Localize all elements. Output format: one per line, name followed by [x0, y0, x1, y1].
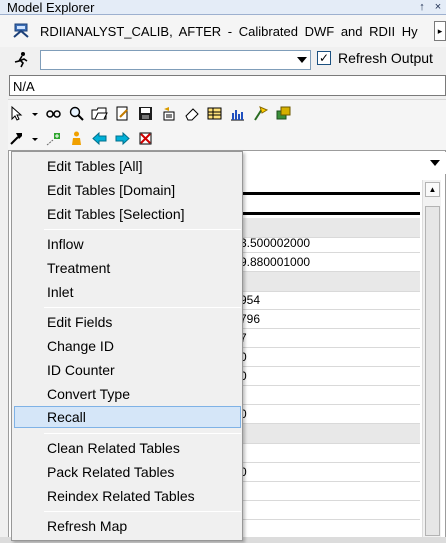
menu-item-change-id[interactable]: Change ID [14, 335, 241, 357]
close-icon[interactable]: × [430, 0, 446, 15]
grid-cell[interactable]: 9.880001000 [240, 252, 420, 272]
grid-cell[interactable] [240, 500, 420, 520]
menu-item-edit-tables-selection[interactable]: Edit Tables [Selection] [14, 203, 241, 225]
output-select[interactable] [40, 50, 311, 70]
search-icon[interactable] [68, 105, 85, 122]
open-folder-icon[interactable] [91, 105, 108, 122]
menu-item-edit-tables-domain[interactable]: Edit Tables [Domain] [14, 179, 241, 201]
refresh-output-label: Refresh Output [338, 50, 433, 66]
table-icon[interactable] [206, 105, 223, 122]
menu-item-clean-related-tables[interactable]: Clean Related Tables [14, 437, 241, 459]
menu-item-pack-related-tables[interactable]: Pack Related Tables [14, 461, 241, 483]
grid-scrollbar[interactable]: ▲ [422, 180, 441, 543]
menu-separator [44, 511, 241, 512]
eraser-icon[interactable] [183, 105, 200, 122]
layer-row: N/A [0, 73, 446, 99]
window-titlebar: Model Explorer ↑ × [0, 0, 446, 15]
menu-item-edit-fields[interactable]: Edit Fields [14, 311, 241, 333]
toolbar-row-2 [8, 130, 154, 147]
menu-item-reindex-related-tables[interactable]: Reindex Related Tables [14, 485, 241, 507]
runner-icon[interactable] [12, 51, 30, 69]
menu-item-refresh-map[interactable]: Refresh Map [14, 515, 241, 537]
layers-icon[interactable] [275, 105, 292, 122]
pin-icon[interactable]: ↑ [414, 0, 430, 15]
dropdown-small-icon[interactable] [31, 130, 39, 147]
select-arrow-icon[interactable] [8, 105, 25, 122]
bar-chart-icon[interactable] [229, 105, 246, 122]
left-strip [0, 99, 8, 543]
grid-cell[interactable] [240, 443, 420, 463]
scenario-row: RDIIANALYST_CALIB, AFTER - Calibrated DW… [0, 15, 446, 47]
scroll-thumb[interactable] [425, 206, 440, 536]
grid-cell[interactable] [240, 272, 420, 292]
scenario-icon[interactable] [12, 22, 30, 40]
menu-item-convert-type[interactable]: Convert Type [14, 383, 241, 405]
chevron-down-icon [297, 57, 307, 63]
grid-cell[interactable]: 7 [240, 328, 420, 348]
grid-cell[interactable] [240, 385, 420, 405]
grid-cell[interactable] [240, 481, 420, 501]
refresh-output-checkbox[interactable]: ✓ [317, 51, 331, 65]
window-title: Model Explorer [7, 0, 95, 15]
grid-cell[interactable]: 954 [240, 290, 420, 310]
grid-cell[interactable]: 0 [240, 366, 420, 386]
save-icon[interactable] [137, 105, 154, 122]
grid-filter-select[interactable] [240, 152, 446, 174]
menu-item-treatment[interactable]: Treatment [14, 257, 241, 279]
flag-tool-icon[interactable] [252, 105, 269, 122]
menu-item-inflow[interactable]: Inflow [14, 233, 241, 255]
add-node-icon[interactable] [45, 130, 62, 147]
scroll-up-button[interactable]: ▲ [425, 182, 440, 197]
grid-cell[interactable] [240, 424, 420, 444]
delete-table-icon[interactable] [137, 130, 154, 147]
grid-cell[interactable]: 796 [240, 309, 420, 329]
arrow-right-icon[interactable] [114, 130, 131, 147]
grid-cell[interactable]: 3.500002000 [240, 233, 420, 253]
grid-header-line [240, 212, 420, 215]
scroll-right-button[interactable]: ▸ [434, 21, 446, 41]
menu-item-edit-tables-all[interactable]: Edit Tables [All] [14, 155, 241, 177]
grid-cell[interactable]: 0 [240, 404, 420, 424]
link-icon[interactable] [45, 105, 62, 122]
menu-item-recall[interactable]: Recall [14, 406, 241, 428]
arrow-left-icon[interactable] [91, 130, 108, 147]
chevron-down-icon [430, 160, 440, 166]
menu-item-id-counter[interactable]: ID Counter [14, 359, 241, 381]
menu-item-inlet[interactable]: Inlet [14, 281, 241, 303]
grid-header-line [240, 192, 420, 195]
toolbar-row-1 [8, 105, 292, 122]
menu-separator [44, 307, 241, 308]
recall-icon[interactable] [160, 105, 177, 122]
layer-select-value: N/A [13, 79, 35, 94]
context-menu: Edit Tables [All] Edit Tables [Domain] E… [11, 151, 243, 541]
scenario-name[interactable]: RDIIANALYST_CALIB, AFTER - Calibrated DW… [40, 24, 418, 39]
layer-select[interactable]: N/A [9, 75, 446, 96]
menu-separator [44, 229, 241, 230]
menu-separator [44, 433, 241, 434]
grid-cell[interactable]: 0 [240, 462, 420, 482]
grid-header [240, 176, 420, 216]
dropdown-small-icon[interactable] [31, 105, 39, 122]
grid-cell[interactable]: 0 [240, 347, 420, 367]
hammer-icon[interactable] [8, 130, 25, 147]
edit-page-icon[interactable] [114, 105, 131, 122]
person-icon[interactable] [68, 130, 85, 147]
toolbar-area [0, 99, 446, 154]
